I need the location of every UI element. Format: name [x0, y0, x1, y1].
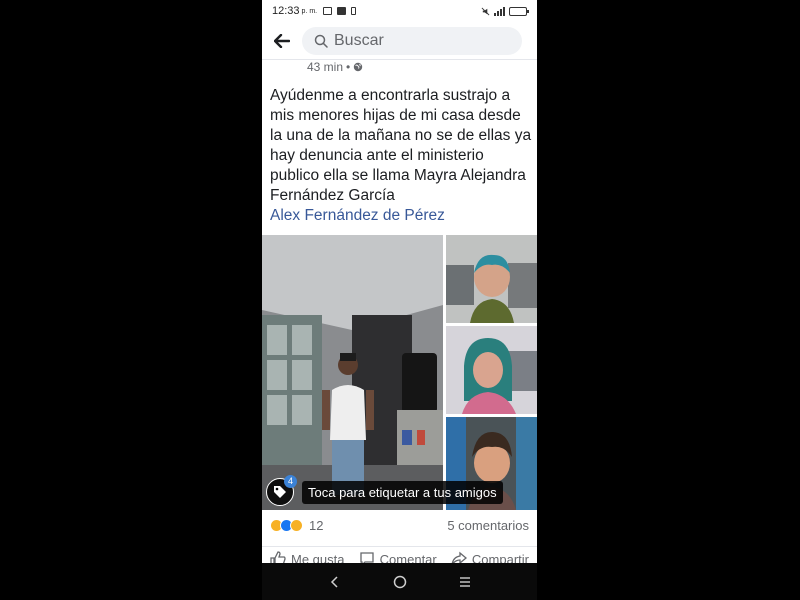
photo-thumb-2[interactable] [446, 326, 537, 414]
post-card: 43 min • Ayúdenme a encontrarla sustrajo… [262, 60, 537, 563]
back-arrow-icon [274, 33, 290, 48]
search-input[interactable] [334, 31, 504, 50]
comment-icon [360, 552, 374, 563]
battery-saver-icon [351, 7, 357, 15]
post-time[interactable]: 43 min [307, 60, 343, 74]
nav-back-icon [330, 575, 338, 588]
like-icon [270, 551, 286, 563]
tag-count-badge: 4 [284, 475, 297, 488]
reaction-count: 12 [309, 517, 324, 533]
status-bar: 12:33 p. m. [262, 0, 537, 22]
nav-menu-button[interactable] [450, 567, 480, 597]
photo-main[interactable] [262, 235, 443, 510]
nav-home-button[interactable] [385, 567, 415, 597]
status-time: 12:33 [272, 5, 300, 17]
nav-menu-icon [459, 576, 470, 587]
search-header [262, 22, 537, 60]
back-button[interactable] [262, 22, 302, 60]
notification-icon [323, 7, 333, 15]
photo-thumb-2-image [446, 326, 537, 414]
tag-friends-prompt[interactable]: Toca para etiquetar a tus amigos [302, 481, 503, 504]
post-meta: 43 min • [307, 60, 363, 74]
phone-screen: 12:33 p. m. 43 min • [262, 0, 537, 600]
post-actions: Me gusta Comentar Compartir [262, 546, 537, 563]
like-label: Me gusta [291, 551, 345, 564]
post-message: Ayúdenme a encontrarla sustrajo a mis me… [270, 87, 532, 204]
battery-icon [509, 6, 529, 16]
photo-thumb-1-image [446, 235, 537, 323]
photo-thumb-1[interactable] [446, 235, 537, 323]
share-label: Compartir [471, 551, 529, 564]
share-icon [451, 551, 467, 563]
mute-icon [481, 7, 490, 15]
share-button[interactable]: Compartir [451, 551, 529, 563]
sad-reaction-icon [290, 518, 303, 532]
comments-count[interactable]: 5 comentarios [447, 518, 529, 533]
signal-icon [494, 6, 505, 16]
photo-grid: 4 Toca para etiquetar a tus amigos [262, 235, 537, 510]
comment-label: Comentar [379, 551, 437, 564]
status-ampm: p. m. [301, 7, 318, 15]
reaction-summary[interactable]: 12 5 comentarios [262, 512, 537, 538]
post-body: Ayúdenme a encontrarla sustrajo a mis me… [270, 86, 532, 226]
search-icon [314, 34, 328, 48]
search-bar[interactable] [302, 26, 522, 55]
globe-icon [354, 62, 363, 72]
meta-separator: • [346, 60, 351, 74]
nav-home-icon [393, 575, 406, 588]
facebook-notification-icon [337, 7, 347, 15]
system-nav-bar [262, 563, 537, 600]
comment-button[interactable]: Comentar [359, 551, 437, 563]
photo-main-image [262, 235, 443, 510]
mention-link[interactable]: Alex Fernández de Pérez [270, 206, 532, 226]
nav-back-button[interactable] [320, 567, 350, 597]
like-button[interactable]: Me gusta [270, 551, 344, 563]
